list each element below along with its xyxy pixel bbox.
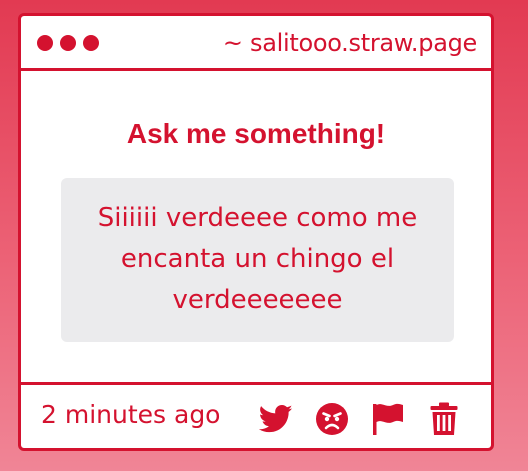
react-button[interactable]	[314, 402, 350, 436]
title-bar: ~ salitooo.straw.page	[21, 16, 491, 71]
action-bar	[258, 402, 462, 436]
card-footer: 2 minutes ago	[21, 382, 491, 448]
message-text: Siiiiii verdeeee como me encanta un chin…	[97, 202, 418, 315]
window-dot-3	[83, 35, 99, 51]
share-twitter-button[interactable]	[258, 402, 294, 436]
message-box: Siiiiii verdeeee como me encanta un chin…	[61, 178, 454, 342]
window-controls	[37, 35, 99, 51]
trash-icon	[430, 402, 458, 435]
flag-icon	[373, 403, 403, 435]
delete-button[interactable]	[426, 402, 462, 436]
report-button[interactable]	[370, 402, 406, 436]
twitter-icon	[259, 404, 293, 433]
window-dot-2	[60, 35, 76, 51]
timestamp: 2 minutes ago	[41, 400, 221, 429]
window-dot-1	[37, 35, 53, 51]
page-title: Ask me something!	[126, 118, 386, 149]
question-card: ~ salitooo.straw.page Ask me something! …	[18, 13, 494, 451]
page-url: ~ salitooo.straw.page	[222, 29, 477, 57]
angry-face-icon	[316, 403, 348, 435]
